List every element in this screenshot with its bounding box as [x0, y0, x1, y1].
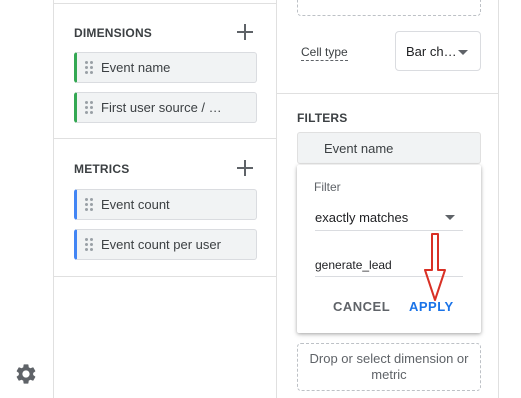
drag-handle-icon[interactable] — [85, 197, 93, 212]
tab-settings-column: Cell type Bar ch… FILTERS Event name Fil… — [277, 0, 499, 398]
drag-handle-icon[interactable] — [85, 60, 93, 75]
section-divider — [54, 138, 276, 139]
metrics-heading: METRICS — [74, 162, 130, 176]
metric-chip-event-count-per-user[interactable]: Event count per user — [74, 229, 257, 260]
caret-down-icon — [445, 215, 455, 220]
dimension-chip-label: Event name — [101, 60, 171, 75]
dimensions-heading: DIMENSIONS — [74, 26, 153, 40]
cell-type-label: Cell type — [301, 45, 348, 61]
right-edge — [499, 0, 521, 398]
filters-heading: FILTERS — [297, 111, 348, 125]
add-metric-plus-icon[interactable] — [237, 160, 253, 176]
dimension-chip-first-user-source[interactable]: First user source / … — [74, 92, 257, 123]
dimension-chip-label: First user source / … — [101, 100, 222, 115]
section-divider — [54, 276, 276, 277]
match-type-value: exactly matches — [315, 210, 409, 225]
variables-column: DIMENSIONS Event name First user source … — [54, 0, 277, 398]
left-rail — [0, 0, 54, 398]
cell-type-value: Bar ch… — [406, 43, 457, 59]
gear-icon[interactable] — [14, 362, 38, 386]
filter-chip-label: Event name — [324, 140, 394, 156]
filter-card: Filter exactly matches CANCEL APPLY — [297, 165, 481, 333]
add-dimension-plus-icon[interactable] — [237, 24, 253, 40]
drag-handle-icon[interactable] — [85, 237, 93, 252]
red-down-arrow-icon — [424, 233, 446, 301]
filter-label: Filter — [314, 180, 341, 194]
drop-zone[interactable]: Drop or select dimension or metric — [297, 343, 481, 391]
drag-handle-icon[interactable] — [85, 100, 93, 115]
match-type-select[interactable]: exactly matches — [315, 205, 463, 231]
top-divider — [54, 3, 276, 4]
metric-chip-event-count[interactable]: Event count — [74, 189, 257, 220]
metric-chip-label: Event count per user — [101, 237, 221, 252]
caret-down-icon — [458, 50, 468, 55]
drop-zone-partial[interactable] — [297, 0, 481, 16]
cell-type-select[interactable]: Bar ch… — [395, 31, 481, 71]
dimension-chip-event-name[interactable]: Event name — [74, 52, 257, 83]
metric-chip-label: Event count — [101, 197, 170, 212]
cancel-button[interactable]: CANCEL — [333, 299, 390, 314]
filter-chip-event-name[interactable]: Event name — [297, 132, 481, 164]
section-divider — [277, 93, 499, 94]
